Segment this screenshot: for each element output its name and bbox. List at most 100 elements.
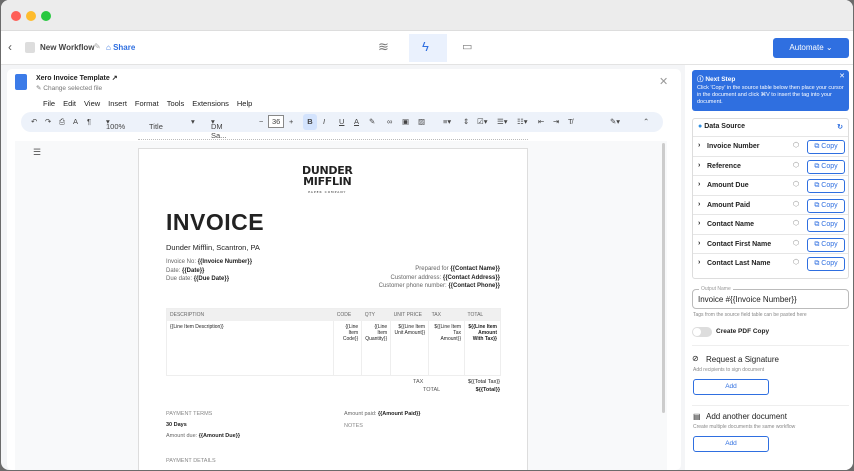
menu-file[interactable]: File: [43, 99, 55, 108]
add-document-button[interactable]: Add: [693, 436, 769, 452]
decrease-size-button[interactable]: −: [259, 117, 263, 126]
spellcheck-icon[interactable]: A: [73, 117, 78, 126]
bullet-list-icon[interactable]: ☰▾: [497, 117, 508, 126]
tag-icon[interactable]: ⬡: [793, 258, 799, 266]
edit-pencil-icon[interactable]: ✎: [94, 42, 101, 51]
title-bar: [1, 0, 853, 31]
paint-format-icon[interactable]: ¶: [87, 117, 91, 126]
print-icon[interactable]: ⎙: [59, 117, 65, 127]
style-value: Title: [149, 122, 163, 131]
menu-insert[interactable]: Insert: [108, 99, 127, 108]
data-source-field-row[interactable]: › Contact First Name ⬡ ⧉ Copy: [693, 233, 848, 254]
output-name-input[interactable]: Output Name Invoice #{{Invoice Number}}: [692, 286, 849, 309]
tag-icon[interactable]: ⬡: [793, 219, 799, 227]
signature-check-icon: ⊘: [692, 354, 699, 363]
redo-icon[interactable]: ↷: [45, 117, 51, 126]
comment-icon[interactable]: ▣: [402, 117, 409, 126]
image-icon[interactable]: ▨: [418, 117, 425, 126]
external-link-icon[interactable]: ↗: [112, 75, 118, 82]
copy-button[interactable]: ⧉ Copy: [807, 179, 845, 193]
add-signature-button[interactable]: Add: [693, 379, 769, 395]
collapse-toolbar-icon[interactable]: ⌃: [643, 117, 649, 126]
folder-icon[interactable]: ▭: [462, 40, 472, 53]
share-label: Share: [113, 43, 136, 52]
refresh-icon[interactable]: ↻: [837, 123, 843, 131]
chevron-right-icon[interactable]: ›: [698, 220, 700, 227]
maximize-window-button[interactable]: [41, 11, 51, 21]
meta-value: {{Date}}: [182, 267, 205, 274]
underline-button[interactable]: U: [339, 117, 344, 126]
field-name: Amount Paid: [707, 201, 751, 209]
database-icon[interactable]: ≋: [378, 39, 389, 55]
copy-button[interactable]: ⧉ Copy: [807, 257, 845, 271]
amount-paid-value: {{Amount Paid}}: [377, 411, 421, 417]
zoom-select[interactable]: 100% ▾: [106, 117, 125, 131]
align-icon[interactable]: ≡▾: [443, 117, 451, 126]
menu-view[interactable]: View: [84, 99, 100, 108]
font-size-input[interactable]: 36: [268, 115, 285, 128]
tag-icon[interactable]: ⬡: [793, 141, 799, 149]
share-button[interactable]: ⌂ Share: [106, 43, 135, 52]
copy-button[interactable]: ⧉ Copy: [807, 140, 845, 154]
change-file-link[interactable]: ✎ Change selected file: [36, 84, 102, 92]
menu-edit[interactable]: Edit: [63, 99, 76, 108]
data-source-field-row[interactable]: › Contact Name ⬡ ⧉ Copy: [693, 214, 848, 234]
back-icon[interactable]: ‹: [8, 40, 12, 54]
tag-icon[interactable]: ⬡: [793, 161, 799, 169]
ruler[interactable]: [138, 134, 528, 140]
text-color-button[interactable]: A: [354, 117, 359, 126]
data-source-field-row[interactable]: › Amount Paid ⬡ ⧉ Copy: [693, 194, 848, 215]
scrollbar[interactable]: [662, 143, 665, 413]
data-source-icon: ●: [698, 123, 703, 130]
decrease-indent-icon[interactable]: ⇤: [538, 117, 544, 126]
close-window-button[interactable]: [11, 11, 21, 21]
pdf-copy-toggle[interactable]: [692, 327, 712, 337]
automation-tab[interactable]: ϟ: [409, 34, 447, 62]
tag-icon[interactable]: ⬡: [793, 239, 799, 247]
highlight-icon[interactable]: ✎: [369, 117, 375, 126]
tag-icon[interactable]: ⬡: [793, 180, 799, 188]
copy-button[interactable]: ⧉ Copy: [807, 237, 845, 252]
data-source-field-row[interactable]: › Contact Last Name ⬡ ⧉ Copy: [693, 253, 848, 273]
meta-label: Date:: [166, 267, 183, 274]
close-banner-icon[interactable]: ✕: [839, 72, 845, 80]
chevron-right-icon[interactable]: ›: [698, 142, 700, 149]
workflow-name[interactable]: New Workflow: [40, 43, 95, 52]
clear-formatting-icon[interactable]: T̸: [568, 117, 573, 126]
bold-button[interactable]: B: [303, 114, 317, 130]
automate-button[interactable]: Automate ⌄: [773, 38, 849, 58]
menu-tools[interactable]: Tools: [167, 99, 185, 108]
increase-indent-icon[interactable]: ⇥: [553, 117, 559, 126]
menu-extensions[interactable]: Extensions: [192, 99, 229, 108]
link-icon[interactable]: ∞: [387, 117, 392, 126]
close-icon[interactable]: ✕: [659, 75, 668, 88]
amount-paid-label: Amount paid:: [344, 411, 378, 417]
italic-button[interactable]: I: [323, 117, 325, 126]
undo-icon[interactable]: ↶: [31, 117, 37, 126]
chevron-right-icon[interactable]: ›: [698, 259, 700, 266]
chevron-right-icon[interactable]: ›: [698, 181, 700, 188]
editing-mode-icon[interactable]: ✎▾: [610, 117, 620, 126]
tag-icon[interactable]: ⬡: [793, 200, 799, 208]
data-source-field-row[interactable]: › Invoice Number ⬡ ⧉ Copy: [693, 136, 848, 156]
chevron-right-icon[interactable]: ›: [698, 240, 700, 247]
numbered-list-icon[interactable]: ☷▾: [517, 117, 528, 126]
checklist-icon[interactable]: ☑▾: [477, 117, 488, 126]
amount-paid-line: Amount paid: {{Amount Paid}}: [344, 411, 420, 417]
file-title[interactable]: Xero Invoice Template ↗: [36, 74, 118, 82]
menu-format[interactable]: Format: [135, 99, 159, 108]
font-select[interactable]: DM Sa... ▾: [211, 117, 226, 140]
outline-icon[interactable]: ☰: [33, 147, 41, 158]
copy-button[interactable]: ⧉ Copy: [807, 198, 845, 213]
chevron-right-icon[interactable]: ›: [698, 201, 700, 208]
line-spacing-icon[interactable]: ⇕: [463, 117, 469, 126]
data-source-field-row[interactable]: › Reference ⬡ ⧉ Copy: [693, 155, 848, 176]
increase-size-button[interactable]: +: [289, 117, 293, 126]
data-source-field-row[interactable]: › Amount Due ⬡ ⧉ Copy: [693, 175, 848, 195]
minimize-window-button[interactable]: [26, 11, 36, 21]
field-name: Invoice Number: [707, 143, 760, 150]
copy-button[interactable]: ⧉ Copy: [807, 159, 845, 174]
copy-button[interactable]: ⧉ Copy: [807, 218, 845, 232]
menu-help[interactable]: Help: [237, 99, 252, 108]
chevron-right-icon[interactable]: ›: [698, 162, 700, 169]
